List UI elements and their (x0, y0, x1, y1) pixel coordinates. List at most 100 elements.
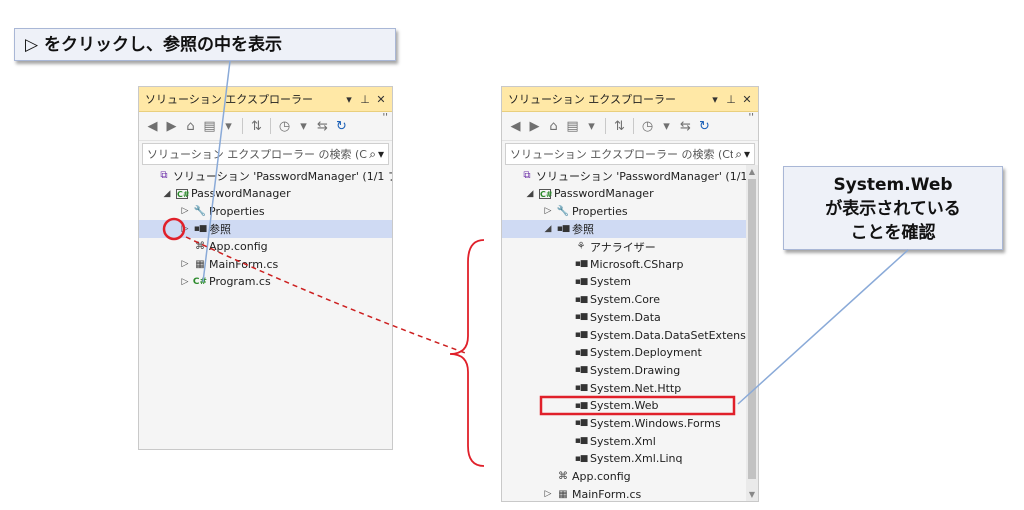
solution-icon: ⧉ (160, 170, 168, 182)
tree-item-label: System.Core (590, 293, 660, 307)
pending-changes-icon[interactable]: ⇆ (315, 119, 330, 134)
tree-item[interactable]: ◢ C# PasswordManager (502, 185, 758, 203)
sync-icon[interactable]: ⇅ (612, 119, 627, 134)
tree-item[interactable]: ▪■ System.Net.Http (502, 379, 758, 397)
switch-views-icon[interactable]: ▤ (565, 119, 580, 134)
sync-icon[interactable]: ⇅ (249, 119, 264, 134)
search-input[interactable]: ソリューション エクスプローラー の検索 (Ctrl+:) ⌕ ▾ (505, 143, 755, 165)
pin-icon[interactable]: ⊥ (358, 93, 372, 106)
expand-arrow-icon[interactable]: ▷ (179, 206, 191, 216)
expand-arrow-icon[interactable]: ▷ (179, 259, 191, 269)
tree-item[interactable]: ⧉ ソリューション 'PasswordManager' (1/1 プロジェクト) (502, 167, 758, 185)
tree-item[interactable]: ▪■ Microsoft.CSharp (502, 255, 758, 273)
pin-icon[interactable]: ⊥ (724, 93, 738, 106)
tree-item-label: System.Data.DataSetExtensions (590, 328, 758, 342)
history-icon[interactable]: ◷ (277, 119, 292, 134)
chevron-down-icon[interactable]: ▾ (659, 119, 674, 134)
chevron-down-icon[interactable]: ▾ (296, 119, 311, 134)
chevron-down-icon[interactable]: ▾ (378, 147, 384, 161)
tree-item[interactable]: ◢ C# PasswordManager (139, 185, 392, 203)
back-icon[interactable]: ◀ (508, 119, 523, 134)
collapse-arrow-icon[interactable]: ◢ (161, 189, 173, 199)
reference-icon: ▪■ (574, 312, 589, 323)
overflow-icon[interactable]: '' (749, 112, 755, 123)
tree-item[interactable]: ▪■ System.Xml (502, 432, 758, 450)
tree-item-label: PasswordManager (554, 187, 654, 201)
tree-item[interactable]: ⌘ App.config (139, 238, 392, 256)
history-icon[interactable]: ◷ (640, 119, 655, 134)
dropdown-icon[interactable]: ▾ (708, 93, 722, 106)
home-icon[interactable]: ⌂ (183, 119, 198, 134)
callout-connector-right (737, 249, 909, 405)
collapse-arrow-icon[interactable]: ◢ (542, 224, 554, 234)
switch-views-icon[interactable]: ▤ (202, 119, 217, 134)
chevron-down-icon[interactable]: ▾ (584, 119, 599, 134)
chevron-down-icon[interactable]: ▾ (744, 147, 750, 161)
forward-icon[interactable]: ▶ (527, 119, 542, 134)
tree-item[interactable]: ▪■ System.Xml.Linq (502, 450, 758, 468)
scrollbar-thumb[interactable] (748, 179, 756, 479)
tree-item[interactable]: ▷ ▪■ 参照 (139, 220, 392, 238)
tree-item[interactable]: ▪■ System.Core (502, 291, 758, 309)
expand-arrow-icon[interactable]: ▷ (542, 489, 554, 499)
tree-item[interactable]: ▷ C# Program.cs (139, 273, 392, 291)
vertical-scrollbar[interactable]: ▲ ▼ (746, 165, 758, 501)
forward-icon[interactable]: ▶ (164, 119, 179, 134)
dropdown-icon[interactable]: ▾ (342, 93, 356, 106)
search-placeholder: ソリューション エクスプローラー の検索 (Ctrl+:) (147, 148, 367, 161)
refresh-icon[interactable]: ↻ (697, 119, 712, 134)
close-icon[interactable]: ✕ (740, 93, 754, 106)
expand-arrow-icon[interactable]: ▷ (542, 206, 554, 216)
panel-toolbar: ◀ ▶ ⌂ ▤ ▾ ⇅ ◷ ▾ ⇆ ↻ '' (502, 112, 758, 141)
expand-arrow-icon[interactable]: ▷ (179, 277, 191, 287)
tree-item[interactable]: ⚘ アナライザー (502, 238, 758, 256)
tree-item-label: ソリューション 'PasswordManager' (1/1 プロジェクト) (173, 169, 392, 183)
collapse-arrow-icon[interactable]: ◢ (524, 189, 536, 199)
tree-item-label: 参照 (209, 222, 231, 236)
pending-changes-icon[interactable]: ⇆ (678, 119, 693, 134)
tree-item-system-web[interactable]: ▪■ System.Web (502, 397, 758, 415)
chevron-down-icon[interactable]: ▾ (221, 119, 236, 134)
tree-item-label: Microsoft.CSharp (590, 257, 684, 271)
tree-item[interactable]: ⌘ App.config (502, 468, 758, 486)
tree-item-label: Properties (209, 204, 265, 218)
tree-item[interactable]: ◢ ▪■ 参照 (502, 220, 758, 238)
scroll-down-icon[interactable]: ▼ (746, 490, 758, 499)
overflow-icon[interactable]: '' (383, 112, 389, 123)
reference-icon: ▪■ (574, 365, 589, 376)
tree-item[interactable]: ⧉ ソリューション 'PasswordManager' (1/1 プロジェクト) (139, 167, 392, 185)
close-icon[interactable]: ✕ (374, 93, 388, 106)
tree-item[interactable]: ▪■ System.Data (502, 309, 758, 327)
back-icon[interactable]: ◀ (145, 119, 160, 134)
tree-item[interactable]: ▪■ System.Windows.Forms (502, 415, 758, 433)
search-icon[interactable]: ⌕ (369, 147, 376, 162)
scroll-up-icon[interactable]: ▲ (746, 167, 758, 176)
search-icon[interactable]: ⌕ (735, 147, 742, 162)
panel-titlebar: ソリューション エクスプローラー ▾ ⊥ ✕ (502, 87, 758, 112)
expand-arrow-icon[interactable]: ▷ (179, 224, 191, 234)
home-icon[interactable]: ⌂ (546, 119, 561, 134)
tree-item-label: System (590, 275, 632, 289)
tree-item[interactable]: ▪■ System (502, 273, 758, 291)
tree-item[interactable]: ▷ ▦ MainForm.cs (139, 255, 392, 273)
tree-item[interactable]: ▷ 🔧 Properties (502, 202, 758, 220)
solution-explorer-panel-collapsed: ソリューション エクスプローラー ▾ ⊥ ✕ ◀ ▶ ⌂ ▤ ▾ ⇅ ◷ ▾ ⇆… (138, 86, 393, 450)
solution-tree: ⧉ソリューション 'PasswordManager' (1/1 プロジェクト)◢… (502, 167, 758, 501)
form-icon: ▦ (195, 258, 205, 270)
tree-item-label: MainForm.cs (572, 487, 642, 501)
tree-item[interactable]: ▪■ System.Drawing (502, 362, 758, 380)
tree-item-label: System.Windows.Forms (590, 416, 721, 430)
reference-icon: ▪■ (574, 259, 589, 270)
analyzer-icon: ⚘ (576, 241, 586, 253)
tree-item[interactable]: ▷ 🔧 Properties (139, 202, 392, 220)
tree-item[interactable]: ▪■ System.Data.DataSetExtensions (502, 326, 758, 344)
csharp-file-icon: C# (192, 276, 208, 287)
csharp-project-icon: C# (539, 188, 553, 199)
tree-item-label: ソリューション 'PasswordManager' (1/1 プロジェクト) (536, 169, 758, 183)
refresh-icon[interactable]: ↻ (334, 119, 349, 134)
search-input[interactable]: ソリューション エクスプローラー の検索 (Ctrl+:) ⌕ ▾ (142, 143, 389, 165)
tree-item[interactable]: ▷ ▦ MainForm.cs (502, 485, 758, 501)
tree-item[interactable]: ▪■ System.Deployment (502, 344, 758, 362)
instruction-callout: ▷ をクリックし、参照の中を表示 (14, 28, 396, 61)
tree-item-label: MainForm.cs (209, 257, 279, 271)
